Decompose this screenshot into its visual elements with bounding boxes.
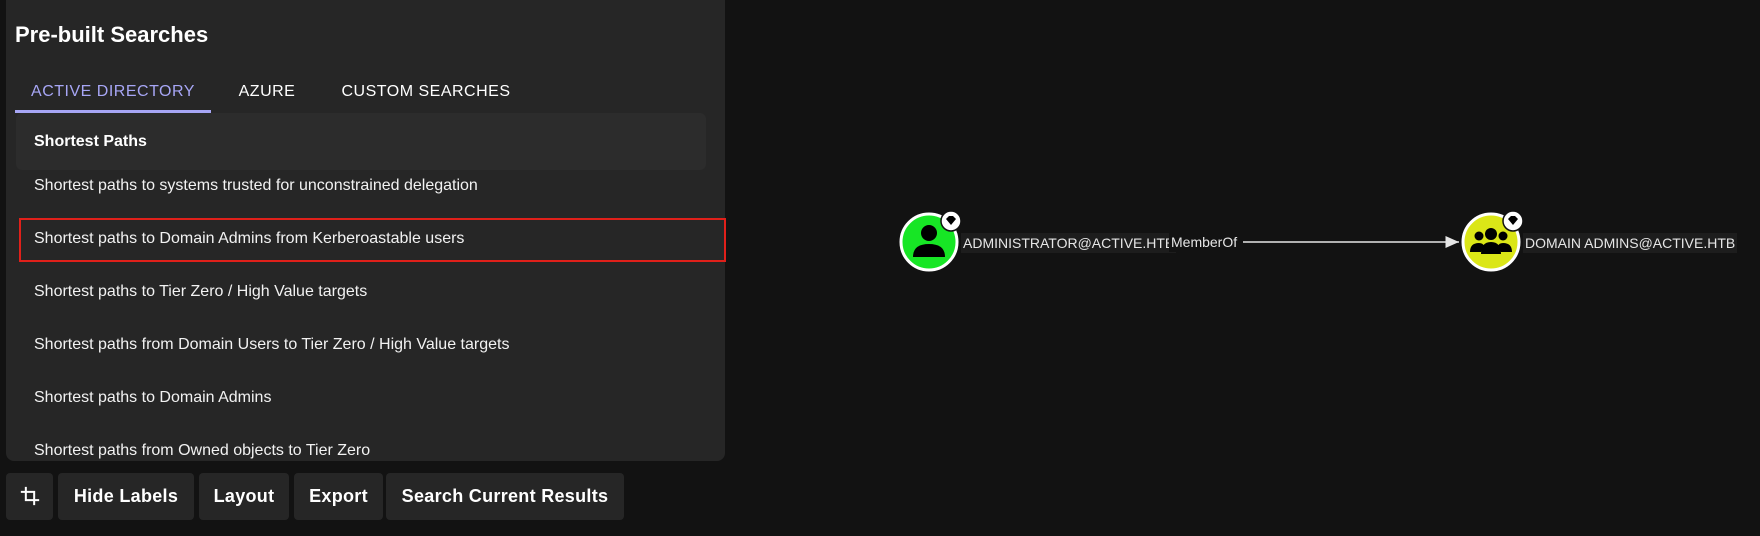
graph-svg	[899, 210, 1524, 272]
node-administrator[interactable]	[899, 210, 962, 272]
node-domain-admins[interactable]	[1461, 210, 1524, 272]
node-label-domain-admins: DOMAIN ADMINS@ACTIVE.HTB	[1523, 233, 1738, 253]
graph-canvas[interactable]: ADMINISTRATOR@ACTIVE.HTB MemberOf DOMAIN…	[0, 0, 1760, 536]
tier-zero-gem-icon	[940, 210, 962, 232]
tier-zero-gem-icon	[1502, 210, 1524, 232]
node-label-administrator: ADMINISTRATOR@ACTIVE.HTB	[961, 233, 1177, 253]
edge-label-memberof: MemberOf	[1169, 232, 1240, 252]
